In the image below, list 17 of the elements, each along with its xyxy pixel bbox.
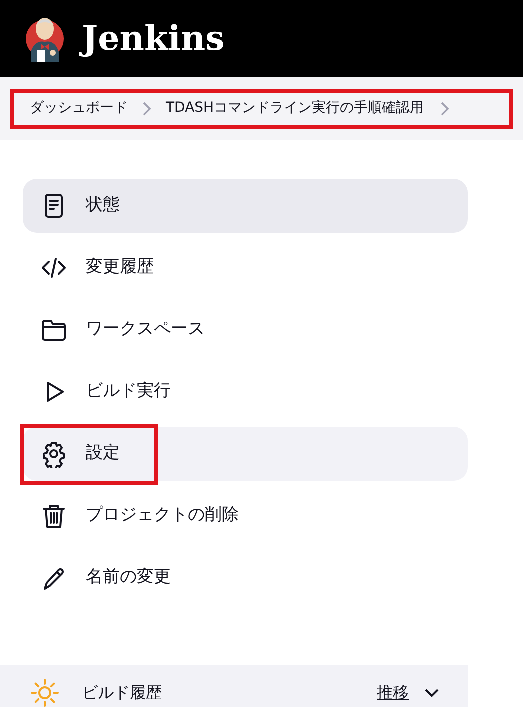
sidebar-item[interactable]: 状態 [23, 179, 468, 233]
sidebar-item[interactable]: 名前の変更 [23, 551, 468, 605]
sidebar-item[interactable]: ワークスペース [23, 303, 468, 357]
sidebar-item[interactable]: プロジェクトの削除 [23, 489, 468, 543]
breadcrumb-link[interactable]: TDASHコマンドライン実行の手順確認用 [166, 98, 424, 119]
trend-link[interactable]: 推移 [377, 680, 409, 704]
sun-icon [30, 678, 60, 707]
chevron-right-icon [440, 102, 450, 116]
settings-icon [40, 440, 68, 468]
app-title: Jenkins [82, 22, 225, 56]
sidebar-item[interactable]: ビルド実行 [23, 365, 468, 419]
trash-icon [40, 502, 68, 530]
chevron-down-icon[interactable] [424, 686, 440, 698]
sidebar-item[interactable]: 変更履歴 [23, 241, 468, 295]
breadcrumb-link[interactable]: ダッシュボード [30, 98, 128, 119]
chevron-right-icon [142, 102, 152, 116]
build-history-title: ビルド履歴 [82, 682, 162, 704]
